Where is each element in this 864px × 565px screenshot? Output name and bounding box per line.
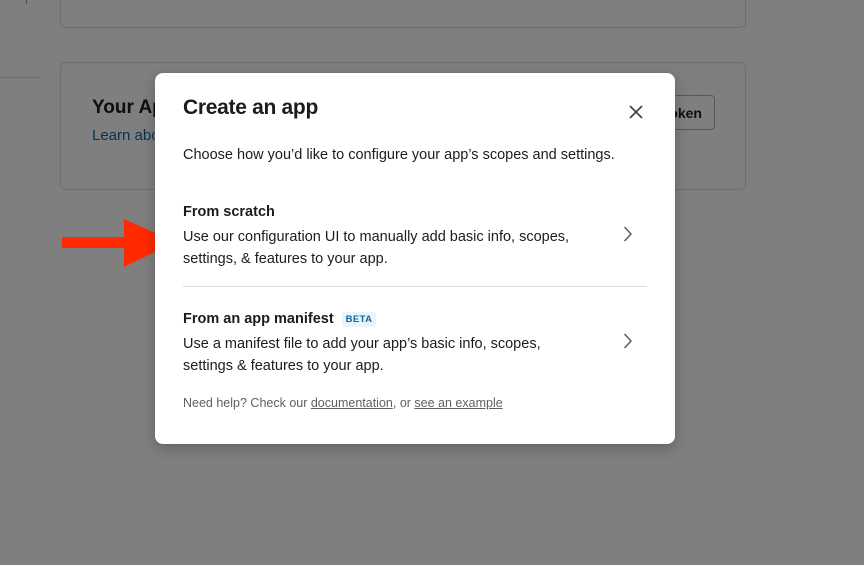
close-button[interactable] bbox=[625, 101, 647, 123]
beta-badge: BETA bbox=[341, 311, 377, 327]
option-description: Use our configuration UI to manually add… bbox=[183, 229, 570, 267]
option-title-text: From scratch bbox=[183, 204, 275, 220]
create-app-modal: Create an app Choose how you’d like to c… bbox=[155, 73, 675, 444]
chevron-right-icon bbox=[621, 224, 635, 244]
from-scratch-option[interactable]: From scratch Use our configuration UI to… bbox=[183, 203, 647, 287]
help-prefix: Need help? Check our bbox=[183, 396, 311, 410]
documentation-link[interactable]: documentation bbox=[311, 396, 393, 410]
option-description: Use a manifest file to add your app’s ba… bbox=[183, 336, 541, 374]
option-title: From an app manifest BETA bbox=[183, 310, 647, 328]
option-title: From scratch bbox=[183, 203, 647, 221]
from-manifest-option[interactable]: From an app manifest BETA Use a manifest… bbox=[183, 310, 647, 380]
chevron-right-icon bbox=[621, 331, 635, 351]
modal-subtitle: Choose how you’d like to configure your … bbox=[183, 147, 615, 163]
help-middle: , or bbox=[392, 396, 415, 410]
option-title-text: From an app manifest bbox=[183, 311, 334, 327]
see-example-link[interactable]: see an example bbox=[414, 396, 502, 410]
close-icon bbox=[629, 105, 643, 119]
modal-title: Create an app bbox=[183, 96, 318, 119]
help-text: Need help? Check our documentation, or s… bbox=[183, 396, 503, 410]
